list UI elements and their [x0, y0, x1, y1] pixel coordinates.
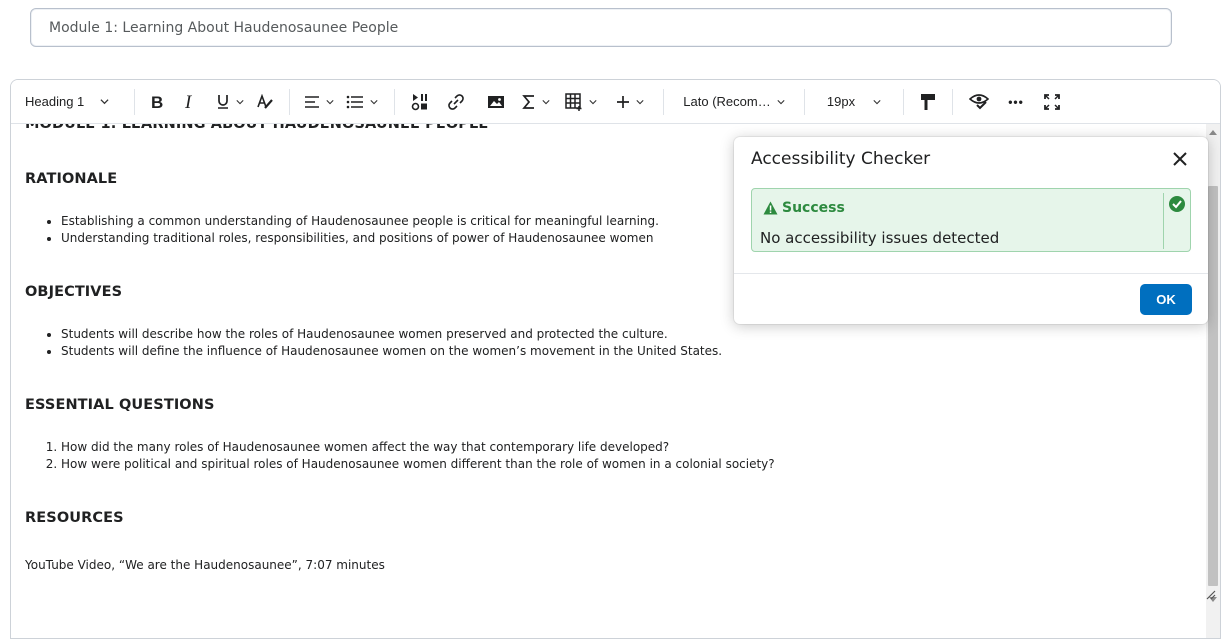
- chevron-down-icon: [636, 99, 644, 104]
- format-painter-button[interactable]: [913, 87, 943, 117]
- resources-text: YouTube Video, “We are the Haudenosaunee…: [25, 558, 385, 572]
- font-family-label: Lato (Recom…: [683, 94, 771, 109]
- module-title-input[interactable]: [30, 8, 1172, 47]
- italic-button[interactable]: I: [170, 87, 210, 117]
- link-icon: [448, 93, 464, 110]
- plus-icon: [617, 95, 629, 108]
- objectives-heading: OBJECTIVES: [25, 284, 123, 300]
- chevron-down-icon: [100, 99, 109, 105]
- success-alert: Success No accessibility issues detected: [751, 188, 1191, 252]
- objectives-list: Students will describe how the roles of …: [25, 326, 722, 360]
- chevron-down-icon: [589, 99, 597, 104]
- bold-icon: B: [151, 94, 163, 110]
- accessibility-check-icon: [969, 93, 989, 109]
- warning-triangle-icon: [763, 201, 778, 215]
- essential-questions-heading: ESSENTIAL QUESTIONS: [25, 397, 215, 413]
- insert-more-dropdown[interactable]: [606, 87, 654, 117]
- module-heading: MODULE 1: LEARNING ABOUT HAUDENOSAUNEE P…: [25, 124, 489, 132]
- toolbar-separator: [663, 88, 664, 115]
- insert-link-button[interactable]: [436, 87, 476, 117]
- insert-stuff-button[interactable]: [404, 87, 436, 117]
- toolbar-separator: [289, 88, 290, 115]
- list-item: How were political and spiritual roles o…: [61, 456, 775, 473]
- close-icon[interactable]: [1170, 149, 1190, 169]
- equation-dropdown[interactable]: [516, 87, 556, 117]
- alert-message: No accessibility issues detected: [760, 229, 1000, 247]
- chevron-down-icon: [873, 99, 881, 104]
- fullscreen-button[interactable]: [1036, 87, 1068, 117]
- text-color-button[interactable]: [250, 87, 280, 117]
- bulleted-list-icon: [346, 95, 363, 108]
- chevron-down-icon: [236, 99, 244, 104]
- align-left-icon: [305, 95, 319, 108]
- chevron-down-icon: [542, 99, 550, 104]
- more-actions-button[interactable]: •••: [996, 87, 1036, 117]
- list-item: Establishing a common understanding of H…: [61, 213, 659, 230]
- format-dropdown[interactable]: Heading 1: [25, 87, 125, 117]
- more-label: •••: [1008, 94, 1024, 109]
- scroll-up-arrow-icon[interactable]: [1209, 130, 1217, 135]
- check-circle-icon: [1169, 196, 1185, 212]
- toolbar-separator: [134, 88, 135, 115]
- italic-icon: I: [184, 94, 193, 110]
- toolbar-separator: [903, 88, 904, 115]
- svg-text:B: B: [151, 94, 163, 110]
- alert-title-text: Success: [782, 200, 845, 216]
- accessibility-checker-dialog: Accessibility Checker Success No accessi…: [734, 137, 1208, 324]
- table-icon: [565, 92, 582, 111]
- align-dropdown[interactable]: [299, 87, 339, 117]
- text-color-icon: [257, 93, 273, 109]
- insert-stuff-icon: [411, 93, 427, 110]
- sigma-icon: [522, 94, 534, 109]
- insert-image-button[interactable]: [476, 87, 516, 117]
- accessibility-checker-button[interactable]: [962, 87, 996, 117]
- alert-divider: [1163, 193, 1164, 249]
- fullscreen-icon: [1044, 93, 1060, 110]
- chevron-down-icon: [370, 99, 378, 104]
- list-dropdown[interactable]: [339, 87, 385, 117]
- underline-button[interactable]: [210, 87, 250, 117]
- resources-heading: RESOURCES: [25, 510, 124, 526]
- essential-questions-list: How did the many roles of Haudenosaunee …: [25, 439, 775, 473]
- list-item: How did the many roles of Haudenosaunee …: [61, 439, 775, 456]
- ok-button[interactable]: OK: [1140, 284, 1192, 315]
- bold-button[interactable]: B: [144, 87, 170, 117]
- rationale-heading: RATIONALE: [25, 171, 118, 187]
- list-item: Students will describe how the roles of …: [61, 326, 722, 343]
- chevron-down-icon: [326, 99, 334, 104]
- alert-title: Success: [763, 200, 845, 216]
- toolbar-separator: [952, 88, 953, 115]
- svg-text:I: I: [184, 94, 193, 110]
- resize-handle-icon[interactable]: [1204, 588, 1216, 600]
- font-size-dropdown[interactable]: 19px: [814, 87, 894, 117]
- editor-toolbar: Heading 1 B I Lato (Recom… 19px •••: [11, 80, 1220, 124]
- dialog-title: Accessibility Checker: [751, 149, 931, 169]
- paint-roller-icon: [921, 93, 935, 110]
- scroll-thumb[interactable]: [1208, 186, 1218, 586]
- table-dropdown[interactable]: [556, 87, 606, 117]
- font-family-dropdown[interactable]: Lato (Recom…: [673, 87, 795, 117]
- chevron-down-icon: [777, 99, 785, 104]
- list-item: Students will define the influence of Ha…: [61, 343, 722, 360]
- toolbar-separator: [394, 88, 395, 115]
- image-icon: [488, 95, 504, 108]
- editor-scrollbar[interactable]: [1206, 124, 1220, 638]
- rationale-list: Establishing a common understanding of H…: [25, 213, 659, 247]
- format-label: Heading 1: [25, 94, 85, 109]
- toolbar-separator: [804, 88, 805, 115]
- underline-icon: [218, 95, 228, 109]
- list-item: Understanding traditional roles, respons…: [61, 230, 659, 247]
- font-size-label: 19px: [826, 94, 856, 109]
- dialog-footer-divider: [734, 273, 1208, 274]
